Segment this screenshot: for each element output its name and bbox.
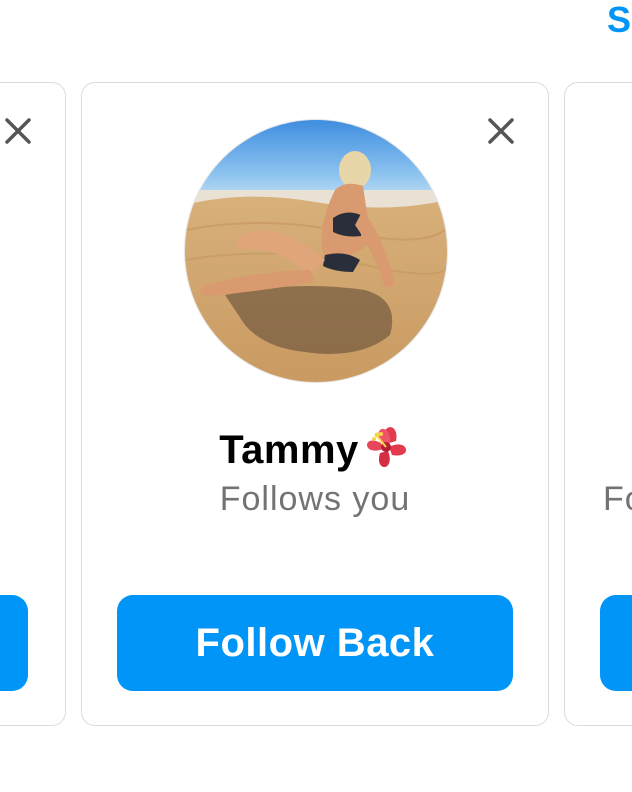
username-text: Tammy bbox=[219, 428, 359, 472]
close-icon bbox=[488, 118, 514, 144]
see-all-link[interactable]: S bbox=[607, 0, 631, 40]
dismiss-close-icon[interactable] bbox=[487, 117, 515, 145]
follow-back-button-previous[interactable] bbox=[0, 595, 28, 691]
hibiscus-icon bbox=[361, 421, 411, 482]
follows-you-label-next: Fo bbox=[603, 480, 632, 518]
username[interactable]: Tammy bbox=[82, 421, 548, 482]
close-icon bbox=[5, 118, 31, 144]
suggestion-card-previous[interactable] bbox=[0, 82, 66, 726]
suggestion-card-next[interactable]: Fo bbox=[564, 82, 632, 726]
follow-back-button-next[interactable] bbox=[600, 595, 632, 691]
suggestion-card: Tammy Follows you Follow Back bbox=[81, 82, 549, 726]
follow-back-button[interactable]: Follow Back bbox=[117, 595, 513, 691]
follows-you-label: Follows you bbox=[219, 480, 411, 518]
avatar[interactable] bbox=[184, 119, 448, 383]
profile-photo-image bbox=[185, 120, 447, 382]
dismiss-close-icon[interactable] bbox=[4, 117, 32, 145]
suggestions-carousel: S Tammy Follows you Follow Back F bbox=[0, 0, 632, 792]
